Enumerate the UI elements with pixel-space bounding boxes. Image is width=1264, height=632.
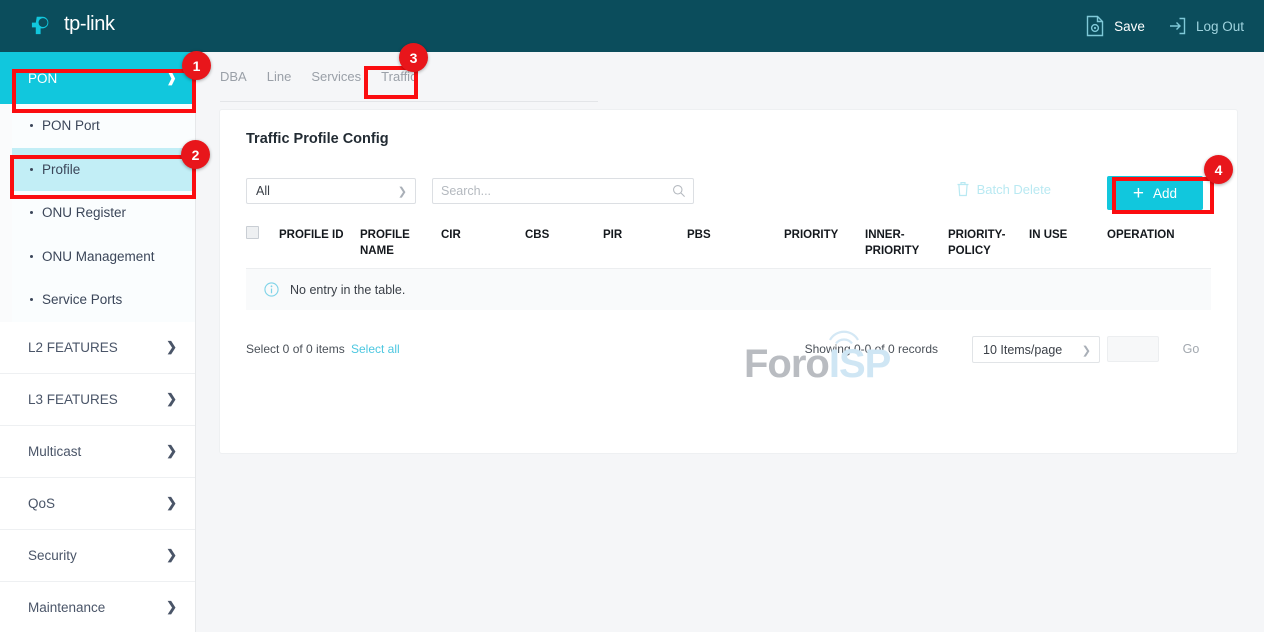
showing-records-label: Showing 0-0 of 0 records (805, 342, 938, 356)
filter-dropdown[interactable]: All ❯ (246, 178, 416, 204)
sidebar-item-onu-register[interactable]: ONU Register (0, 191, 195, 235)
page-number-input[interactable] (1107, 336, 1159, 362)
sidebar-group-l3-features[interactable]: L3 FEATURES ❯ (0, 374, 195, 426)
sidebar-group-multicast[interactable]: Multicast ❯ (0, 426, 195, 478)
sidebar-group-maintenance-label: Maintenance (28, 600, 105, 615)
chevron-down-icon: ❱ (166, 70, 177, 86)
sidebar-item-onu-management-label: ONU Management (42, 249, 155, 264)
tplink-logo-text: tp-link (64, 13, 115, 36)
bullet-icon (30, 255, 33, 258)
header-actions: Save Log Out (1085, 0, 1244, 52)
select-all-checkbox[interactable] (246, 226, 259, 239)
chevron-down-icon: ❯ (398, 185, 407, 198)
table-empty-row: No entry in the table. (246, 269, 1211, 310)
column-profile-id: PROFILE ID (279, 226, 360, 244)
plus-icon: + (1133, 184, 1144, 203)
page-size-dropdown[interactable]: 10 Items/page ❯ (972, 336, 1100, 363)
chevron-right-icon: ❯ (166, 547, 177, 563)
info-icon (264, 282, 279, 297)
save-file-gear-icon (1085, 15, 1105, 37)
column-profile-name: PROFILE NAME (360, 226, 441, 259)
add-button-label: Add (1153, 186, 1177, 201)
column-cbs: CBS (525, 226, 603, 244)
chevron-right-icon: ❯ (166, 599, 177, 615)
tab-services[interactable]: Services (301, 70, 371, 92)
column-priority: PRIORITY (784, 226, 865, 244)
tplink-logo[interactable]: tp-link (30, 11, 115, 38)
sidebar-group-pon[interactable]: PON ❱ (0, 52, 195, 104)
logout-label: Log Out (1196, 19, 1244, 34)
logout-button[interactable]: Log Out (1167, 15, 1244, 37)
filter-dropdown-value: All (256, 184, 270, 198)
sidebar-item-onu-register-label: ONU Register (42, 205, 126, 220)
column-inner-priority: INNER-PRIORITY (865, 226, 948, 259)
top-header-bar: tp-link Save Log Out (0, 0, 1264, 52)
sidebar-group-security-label: Security (28, 548, 77, 563)
column-cir: CIR (441, 226, 525, 244)
column-pir: PIR (603, 226, 687, 244)
search-box[interactable] (432, 178, 694, 204)
table-footer: Select 0 of 0 items Select all Showing 0… (246, 338, 1211, 362)
profile-tabbar: DBA Line Services Traffic (220, 70, 598, 102)
sidebar-item-pon-port-label: PON Port (42, 118, 100, 133)
selected-count-label: Select 0 of 0 items (246, 342, 345, 356)
sidebar-group-l2-features-label: L2 FEATURES (28, 340, 118, 355)
bullet-icon (30, 298, 33, 301)
tab-traffic[interactable]: Traffic (371, 70, 426, 92)
sidebar-submenu-pon: PON Port Profile ONU Register ONU Manage… (0, 104, 195, 322)
chevron-right-icon: ❯ (166, 495, 177, 511)
save-label: Save (1114, 19, 1145, 34)
column-in-use: IN USE (1029, 226, 1107, 244)
chevron-right-icon: ❯ (166, 339, 177, 355)
tab-dba[interactable]: DBA (220, 70, 257, 92)
table-toolbar: All ❯ Batch Delete (246, 178, 1211, 206)
sidebar-group-qos-label: QoS (28, 496, 55, 511)
table-header-row: PROFILE ID PROFILE NAME CIR CBS PIR PBS … (246, 226, 1211, 269)
sidebar-group-pon-label: PON (28, 71, 57, 86)
batch-delete-label: Batch Delete (977, 182, 1051, 197)
sidebar-group-maintenance[interactable]: Maintenance ❯ (0, 582, 195, 632)
column-operation: OPERATION (1107, 226, 1207, 244)
batch-delete-button[interactable]: Batch Delete (956, 181, 1051, 197)
sidebar-item-profile-label: Profile (42, 162, 80, 177)
sidebar-group-l3-features-label: L3 FEATURES (28, 392, 118, 407)
sidebar-item-profile[interactable]: Profile (0, 148, 195, 192)
save-button[interactable]: Save (1085, 15, 1145, 37)
logout-arrow-icon (1167, 15, 1187, 37)
search-icon[interactable] (672, 184, 686, 198)
page-title: Traffic Profile Config (246, 131, 389, 147)
search-input[interactable] (441, 179, 659, 203)
sidebar-item-onu-management[interactable]: ONU Management (0, 235, 195, 279)
sidebar-group-security[interactable]: Security ❯ (0, 530, 195, 582)
trash-icon (956, 181, 970, 197)
chevron-right-icon: ❯ (166, 443, 177, 459)
sidebar-group-multicast-label: Multicast (28, 444, 81, 459)
sidebar-navigation: PON ❱ PON Port Profile ONU Register ONU … (0, 52, 196, 632)
page-size-value: 10 Items/page (983, 343, 1062, 357)
bullet-icon (30, 124, 33, 127)
traffic-profile-card: Traffic Profile Config All ❯ (220, 110, 1237, 453)
tplink-logo-mark (30, 11, 57, 38)
traffic-profile-table: PROFILE ID PROFILE NAME CIR CBS PIR PBS … (246, 226, 1211, 310)
column-pbs: PBS (687, 226, 784, 244)
sidebar-item-pon-port[interactable]: PON Port (0, 104, 195, 148)
sidebar-group-qos[interactable]: QoS ❯ (0, 478, 195, 530)
go-button[interactable]: Go (1171, 336, 1211, 362)
bullet-icon (30, 168, 33, 171)
tab-line[interactable]: Line (257, 70, 302, 92)
select-all-link[interactable]: Select all (351, 342, 400, 356)
add-button[interactable]: + Add (1107, 176, 1203, 210)
chevron-right-icon: ❯ (166, 391, 177, 407)
select-all-checkbox-cell (246, 226, 279, 239)
main-content-area: DBA Line Services Traffic Traffic Profil… (196, 52, 1264, 632)
column-priority-policy: PRIORITY-POLICY (948, 226, 1029, 259)
sidebar-item-service-ports[interactable]: Service Ports (0, 278, 195, 322)
chevron-down-icon: ❯ (1082, 344, 1091, 357)
bullet-icon (30, 211, 33, 214)
sidebar-group-l2-features[interactable]: L2 FEATURES ❯ (0, 322, 195, 374)
sidebar-item-service-ports-label: Service Ports (42, 292, 122, 307)
table-empty-message: No entry in the table. (290, 283, 405, 297)
page-root: tp-link Save Log Out (0, 0, 1264, 632)
